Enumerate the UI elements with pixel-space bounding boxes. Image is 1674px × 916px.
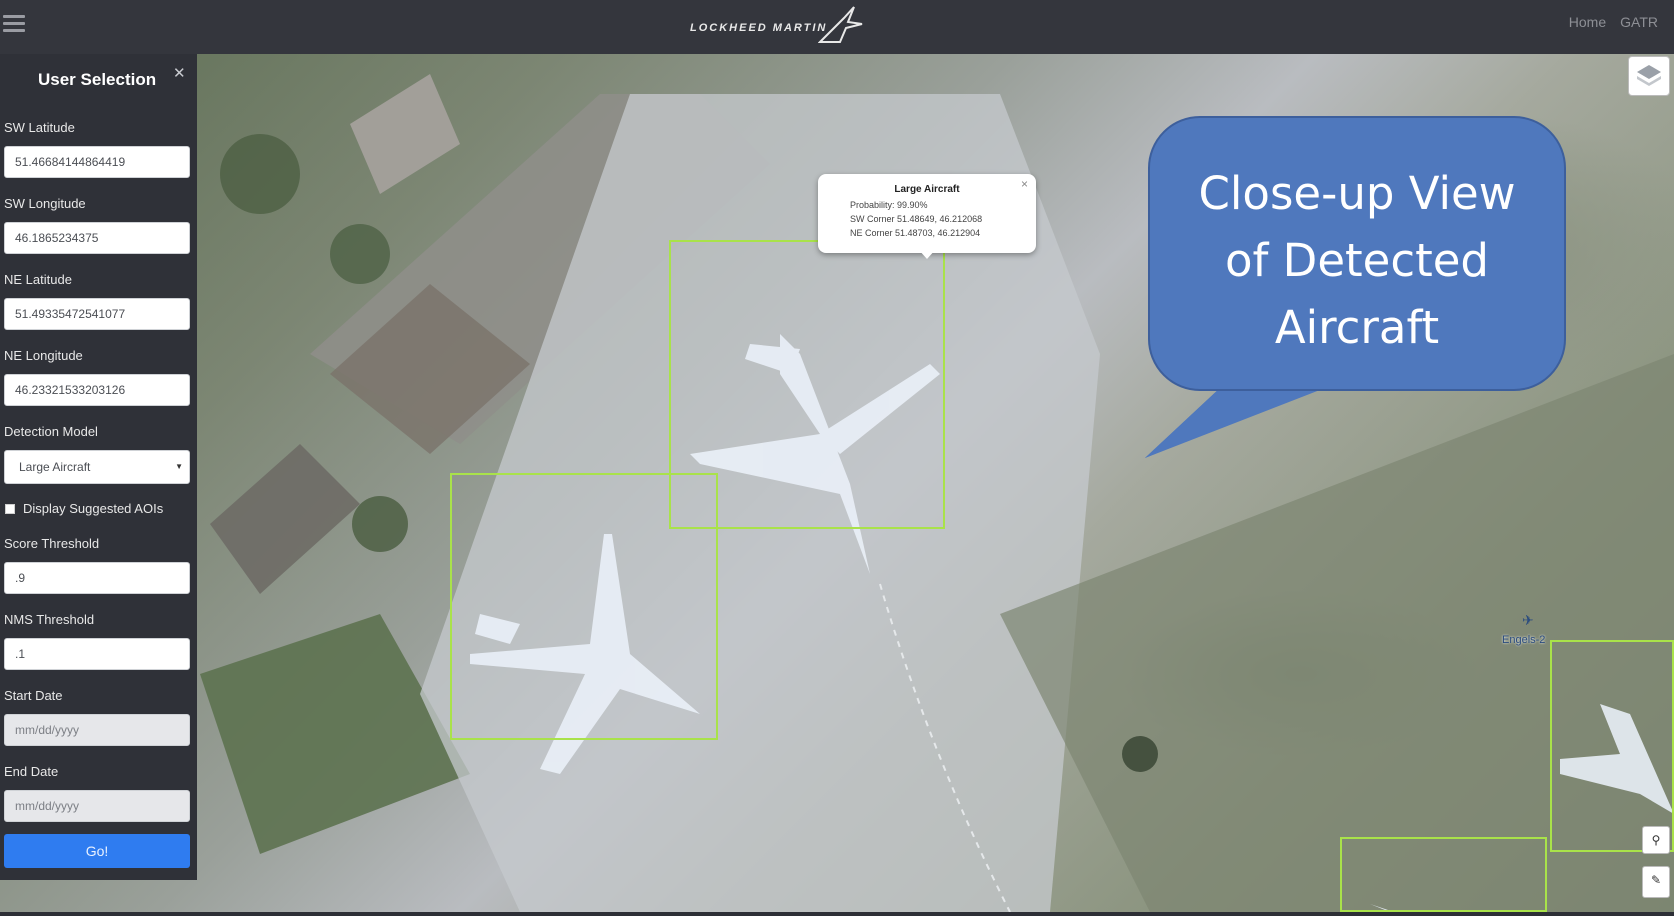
hamburger-icon[interactable] <box>3 12 25 36</box>
top-bar: LOCKHEED MARTIN Home GATR <box>0 0 1674 54</box>
detection-model-label: Detection Model <box>4 424 98 439</box>
end-date-input[interactable]: mm/dd/yyyy <box>4 790 190 822</box>
layers-icon <box>1637 65 1661 86</box>
airfield-marker-icon: ✈ <box>1522 612 1534 628</box>
popup-ne-corner: NE Corner 51.48703, 46.212904 <box>850 228 981 238</box>
ne-latitude-input[interactable]: 51.49335472541077 <box>4 298 190 330</box>
detection-box[interactable] <box>450 473 718 740</box>
callout-line-3: Aircraft <box>1274 301 1440 354</box>
popup-title: Large Aircraft <box>894 184 960 195</box>
sw-latitude-label: SW Latitude <box>4 120 75 135</box>
ne-latitude-label: NE Latitude <box>4 272 72 287</box>
go-button[interactable]: Go! <box>4 834 190 868</box>
popup-probability: Probability: 99.90% <box>850 200 928 210</box>
popup-sw-corner: SW Corner 51.48649, 46.212068 <box>850 214 983 224</box>
nms-threshold-label: NMS Threshold <box>4 612 95 627</box>
bottom-strip <box>0 912 1674 916</box>
score-threshold-label: Score Threshold <box>4 536 100 551</box>
suggested-aois-checkbox[interactable] <box>5 503 15 514</box>
panel-title: User Selection <box>38 70 157 89</box>
popup-tip <box>918 249 936 259</box>
nav-gatr-link[interactable]: GATR <box>1620 14 1658 30</box>
user-selection-panel: User Selection ✕ SW Latitude 51.46684144… <box>0 54 197 880</box>
annotation-callout: Close-up View of Detected Aircraft <box>1148 116 1566 391</box>
layers-button[interactable] <box>1628 56 1670 96</box>
detection-box[interactable] <box>1550 640 1674 852</box>
start-date-label: Start Date <box>4 688 63 703</box>
top-nav: Home GATR <box>1569 14 1658 30</box>
callout-pointer-fill <box>1145 388 1325 458</box>
ne-longitude-input[interactable]: 46.23321533203126 <box>4 374 190 406</box>
ne-longitude-label: NE Longitude <box>4 348 83 363</box>
score-threshold-input[interactable]: .9 <box>4 562 190 594</box>
callout-line-1: Close-up View <box>1198 167 1516 220</box>
detection-box[interactable] <box>1340 837 1547 912</box>
sw-longitude-label: SW Longitude <box>4 196 86 211</box>
suggested-aois-label: Display Suggested AOIs <box>23 501 164 516</box>
location-pin-icon[interactable]: ⚲ <box>1642 826 1670 854</box>
lockheed-martin-logo: LOCKHEED MARTIN <box>690 6 870 48</box>
suggested-aois-toggle[interactable]: Display Suggested AOIs <box>5 501 163 516</box>
map-place-label: Engels-2 <box>1502 634 1546 646</box>
star-icon <box>818 6 863 43</box>
detection-model-value: Large Aircraft <box>19 460 91 474</box>
nms-threshold-input[interactable]: .1 <box>4 638 190 670</box>
sw-longitude-input[interactable]: 46.1865234375 <box>4 222 190 254</box>
detection-model-select[interactable]: Large Aircraft ▼ <box>4 450 190 484</box>
logo-text: LOCKHEED MARTIN <box>690 22 828 34</box>
detection-popup: × Large Aircraft Probability: 99.90% SW … <box>818 174 1036 253</box>
edit-icon[interactable]: ✎ <box>1642 866 1670 898</box>
start-date-input[interactable]: mm/dd/yyyy <box>4 714 190 746</box>
nav-home-link[interactable]: Home <box>1569 14 1606 30</box>
callout-text: Close-up View of Detected Aircraft <box>1150 160 1564 361</box>
end-date-label: End Date <box>4 764 59 779</box>
callout-line-2: of Detected <box>1225 234 1489 287</box>
close-icon[interactable]: ✕ <box>173 64 186 82</box>
sw-latitude-input[interactable]: 51.46684144864419 <box>4 146 190 178</box>
chevron-down-icon: ▼ <box>175 462 183 471</box>
